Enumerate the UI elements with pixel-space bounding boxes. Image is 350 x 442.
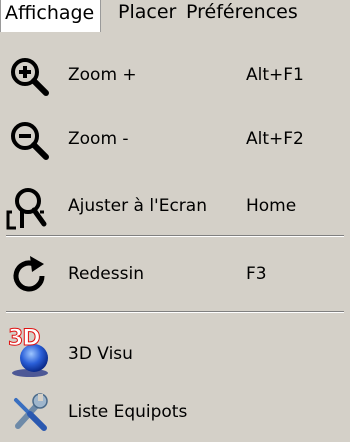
zoom-fit-icon [6,188,47,230]
zoom-out-label: Zoom - [68,129,129,149]
zoom-out-icon [11,122,49,160]
liste-equipots-label: Liste Equipots [68,402,188,422]
tools-icon [14,393,48,431]
menu-item-zoom-out[interactable]: Zoom - Alt+F2 [0,109,350,169]
zoom-out-shortcut: Alt+F2 [246,129,304,149]
zoom-in-shortcut: Alt+F1 [246,65,304,85]
menu-item-zoom-fit[interactable]: Ajuster à l'Ecran Home [0,176,350,236]
affichage-dropdown-menu: Zoom + Alt+F1 Zoom - Alt+F2 Ajuster à l'… [0,38,350,441]
zoom-in-icon [11,58,49,96]
3d-visu-icon: 3D [8,326,52,377]
zoom-fit-label: Ajuster à l'Ecran [68,196,207,216]
menu-placer[interactable]: Placer [118,0,176,32]
redraw-label: Redessin [68,264,144,284]
3d-badge: 3D [8,326,42,352]
menu-preferences[interactable]: Préférences [186,0,298,32]
zoom-fit-shortcut: Home [246,196,297,216]
redraw-shortcut: F3 [246,264,267,284]
menu-separator [6,311,344,313]
menu-item-3d-visu[interactable]: 3D 3D Visu [0,324,350,384]
menu-bar: Affichage Placer Préférences [0,0,350,39]
menu-separator [6,235,344,237]
menu-item-zoom-in[interactable]: Zoom + Alt+F1 [0,45,350,105]
menu-item-redraw[interactable]: Redessin F3 [0,244,350,304]
menu-item-liste-equipots[interactable]: Liste Equipots [0,382,350,442]
redraw-icon [13,256,45,292]
zoom-in-label: Zoom + [68,65,137,85]
menu-affichage[interactable]: Affichage [0,0,102,32]
3d-visu-label: 3D Visu [68,344,133,364]
